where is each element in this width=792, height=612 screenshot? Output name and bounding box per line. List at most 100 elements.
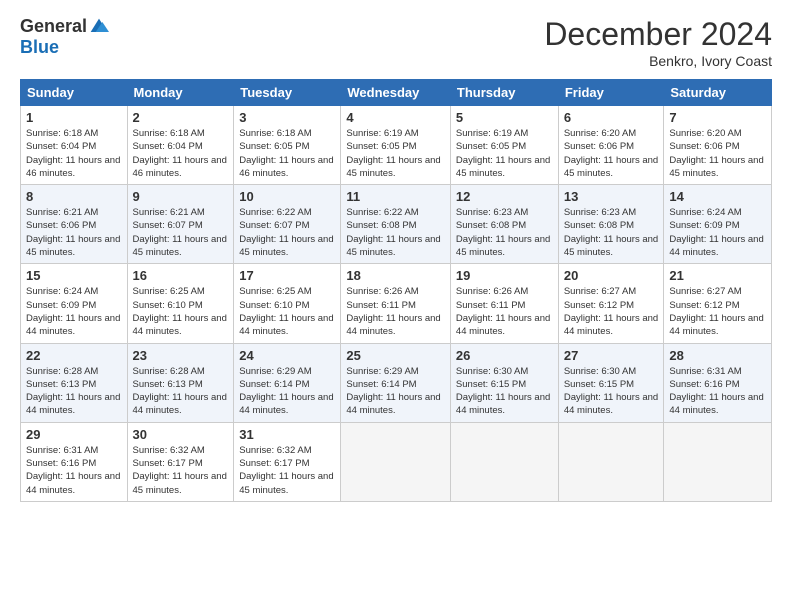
sunset-label: Sunset: 6:10 PM xyxy=(133,300,203,311)
day-number: 4 xyxy=(346,110,445,125)
day-number: 6 xyxy=(564,110,659,125)
daylight-label: Daylight: 11 hours and 45 minutes. xyxy=(239,471,333,495)
daylight-label: Daylight: 11 hours and 45 minutes. xyxy=(456,155,550,179)
sunrise-label: Sunrise: 6:26 AM xyxy=(456,286,528,297)
day-number: 7 xyxy=(669,110,766,125)
day-number: 28 xyxy=(669,348,766,363)
sunrise-label: Sunrise: 6:30 AM xyxy=(564,366,636,377)
day-info: Sunrise: 6:30 AM Sunset: 6:15 PM Dayligh… xyxy=(564,365,659,418)
table-row: 5 Sunrise: 6:19 AM Sunset: 6:05 PM Dayli… xyxy=(450,106,558,185)
table-row: 29 Sunrise: 6:31 AM Sunset: 6:16 PM Dayl… xyxy=(21,422,128,501)
daylight-label: Daylight: 11 hours and 45 minutes. xyxy=(456,234,550,258)
day-info: Sunrise: 6:31 AM Sunset: 6:16 PM Dayligh… xyxy=(26,444,122,497)
daylight-label: Daylight: 11 hours and 44 minutes. xyxy=(239,392,333,416)
day-info: Sunrise: 6:26 AM Sunset: 6:11 PM Dayligh… xyxy=(456,285,553,338)
calendar-week-row: 1 Sunrise: 6:18 AM Sunset: 6:04 PM Dayli… xyxy=(21,106,772,185)
table-row: 21 Sunrise: 6:27 AM Sunset: 6:12 PM Dayl… xyxy=(664,264,772,343)
header: General Blue December 2024 Benkro, Ivory… xyxy=(20,16,772,69)
sunrise-label: Sunrise: 6:22 AM xyxy=(346,207,418,218)
day-number: 12 xyxy=(456,189,553,204)
daylight-label: Daylight: 11 hours and 46 minutes. xyxy=(133,155,227,179)
table-row: 23 Sunrise: 6:28 AM Sunset: 6:13 PM Dayl… xyxy=(127,343,234,422)
header-wednesday: Wednesday xyxy=(341,80,451,106)
table-row: 20 Sunrise: 6:27 AM Sunset: 6:12 PM Dayl… xyxy=(558,264,664,343)
logo-blue: Blue xyxy=(20,37,59,58)
day-number: 3 xyxy=(239,110,335,125)
day-info: Sunrise: 6:20 AM Sunset: 6:06 PM Dayligh… xyxy=(669,127,766,180)
subtitle: Benkro, Ivory Coast xyxy=(544,53,772,69)
sunset-label: Sunset: 6:12 PM xyxy=(669,300,739,311)
day-info: Sunrise: 6:28 AM Sunset: 6:13 PM Dayligh… xyxy=(133,365,229,418)
day-number: 16 xyxy=(133,268,229,283)
day-number: 10 xyxy=(239,189,335,204)
sunset-label: Sunset: 6:11 PM xyxy=(346,300,416,311)
day-info: Sunrise: 6:20 AM Sunset: 6:06 PM Dayligh… xyxy=(564,127,659,180)
day-number: 15 xyxy=(26,268,122,283)
sunset-label: Sunset: 6:07 PM xyxy=(133,220,203,231)
table-row: 11 Sunrise: 6:22 AM Sunset: 6:08 PM Dayl… xyxy=(341,185,451,264)
sunset-label: Sunset: 6:04 PM xyxy=(133,141,203,152)
day-info: Sunrise: 6:23 AM Sunset: 6:08 PM Dayligh… xyxy=(456,206,553,259)
table-row: 15 Sunrise: 6:24 AM Sunset: 6:09 PM Dayl… xyxy=(21,264,128,343)
day-info: Sunrise: 6:31 AM Sunset: 6:16 PM Dayligh… xyxy=(669,365,766,418)
sunset-label: Sunset: 6:09 PM xyxy=(26,300,96,311)
table-row: 25 Sunrise: 6:29 AM Sunset: 6:14 PM Dayl… xyxy=(341,343,451,422)
logo-general: General xyxy=(20,16,87,37)
day-number: 27 xyxy=(564,348,659,363)
daylight-label: Daylight: 11 hours and 44 minutes. xyxy=(346,313,440,337)
table-row: 19 Sunrise: 6:26 AM Sunset: 6:11 PM Dayl… xyxy=(450,264,558,343)
sunset-label: Sunset: 6:04 PM xyxy=(26,141,96,152)
daylight-label: Daylight: 11 hours and 45 minutes. xyxy=(26,234,120,258)
daylight-label: Daylight: 11 hours and 44 minutes. xyxy=(564,392,658,416)
table-row: 8 Sunrise: 6:21 AM Sunset: 6:06 PM Dayli… xyxy=(21,185,128,264)
day-number: 29 xyxy=(26,427,122,442)
daylight-label: Daylight: 11 hours and 44 minutes. xyxy=(133,313,227,337)
sunrise-label: Sunrise: 6:29 AM xyxy=(346,366,418,377)
month-title: December 2024 xyxy=(544,16,772,53)
table-row: 7 Sunrise: 6:20 AM Sunset: 6:06 PM Dayli… xyxy=(664,106,772,185)
day-info: Sunrise: 6:21 AM Sunset: 6:07 PM Dayligh… xyxy=(133,206,229,259)
table-row: 4 Sunrise: 6:19 AM Sunset: 6:05 PM Dayli… xyxy=(341,106,451,185)
sunset-label: Sunset: 6:08 PM xyxy=(564,220,634,231)
daylight-label: Daylight: 11 hours and 44 minutes. xyxy=(346,392,440,416)
sunrise-label: Sunrise: 6:31 AM xyxy=(26,445,98,456)
sunrise-label: Sunrise: 6:20 AM xyxy=(564,128,636,139)
daylight-label: Daylight: 11 hours and 45 minutes. xyxy=(239,234,333,258)
title-section: December 2024 Benkro, Ivory Coast xyxy=(544,16,772,69)
sunrise-label: Sunrise: 6:29 AM xyxy=(239,366,311,377)
sunrise-label: Sunrise: 6:21 AM xyxy=(26,207,98,218)
calendar: Sunday Monday Tuesday Wednesday Thursday… xyxy=(20,79,772,502)
day-number: 19 xyxy=(456,268,553,283)
day-info: Sunrise: 6:32 AM Sunset: 6:17 PM Dayligh… xyxy=(133,444,229,497)
sunrise-label: Sunrise: 6:27 AM xyxy=(564,286,636,297)
sunrise-label: Sunrise: 6:20 AM xyxy=(669,128,741,139)
header-saturday: Saturday xyxy=(664,80,772,106)
table-row xyxy=(664,422,772,501)
day-info: Sunrise: 6:29 AM Sunset: 6:14 PM Dayligh… xyxy=(239,365,335,418)
day-info: Sunrise: 6:19 AM Sunset: 6:05 PM Dayligh… xyxy=(456,127,553,180)
daylight-label: Daylight: 11 hours and 45 minutes. xyxy=(564,234,658,258)
header-thursday: Thursday xyxy=(450,80,558,106)
sunset-label: Sunset: 6:13 PM xyxy=(26,379,96,390)
day-info: Sunrise: 6:26 AM Sunset: 6:11 PM Dayligh… xyxy=(346,285,445,338)
sunrise-label: Sunrise: 6:25 AM xyxy=(239,286,311,297)
sunset-label: Sunset: 6:14 PM xyxy=(346,379,416,390)
table-row: 3 Sunrise: 6:18 AM Sunset: 6:05 PM Dayli… xyxy=(234,106,341,185)
day-number: 11 xyxy=(346,189,445,204)
sunrise-label: Sunrise: 6:31 AM xyxy=(669,366,741,377)
sunrise-label: Sunrise: 6:24 AM xyxy=(669,207,741,218)
sunrise-label: Sunrise: 6:18 AM xyxy=(133,128,205,139)
sunrise-label: Sunrise: 6:25 AM xyxy=(133,286,205,297)
sunset-label: Sunset: 6:05 PM xyxy=(456,141,526,152)
day-number: 9 xyxy=(133,189,229,204)
daylight-label: Daylight: 11 hours and 44 minutes. xyxy=(669,313,763,337)
header-friday: Friday xyxy=(558,80,664,106)
sunrise-label: Sunrise: 6:23 AM xyxy=(456,207,528,218)
day-info: Sunrise: 6:19 AM Sunset: 6:05 PM Dayligh… xyxy=(346,127,445,180)
sunset-label: Sunset: 6:06 PM xyxy=(669,141,739,152)
day-info: Sunrise: 6:21 AM Sunset: 6:06 PM Dayligh… xyxy=(26,206,122,259)
table-row: 6 Sunrise: 6:20 AM Sunset: 6:06 PM Dayli… xyxy=(558,106,664,185)
table-row: 31 Sunrise: 6:32 AM Sunset: 6:17 PM Dayl… xyxy=(234,422,341,501)
sunrise-label: Sunrise: 6:32 AM xyxy=(133,445,205,456)
day-info: Sunrise: 6:25 AM Sunset: 6:10 PM Dayligh… xyxy=(133,285,229,338)
